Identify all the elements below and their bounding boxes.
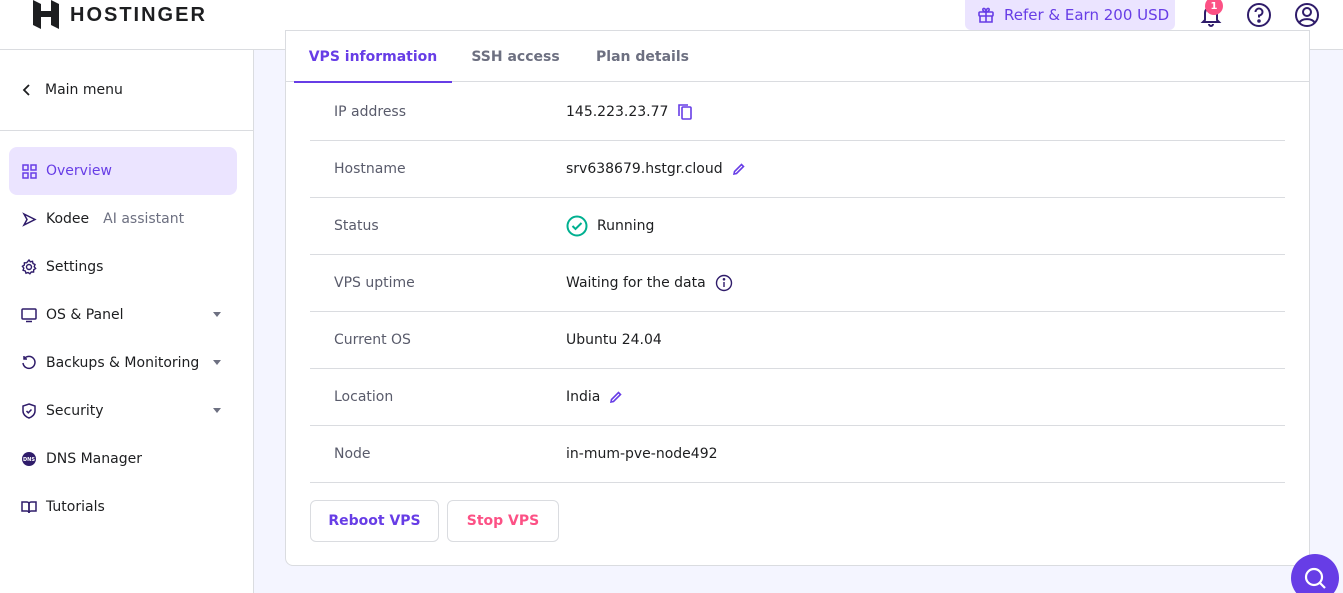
os-value: Ubuntu 24.04 <box>566 332 662 348</box>
caret-down-icon <box>213 408 221 413</box>
sidebar-item-label: DNS Manager <box>46 451 142 467</box>
account-icon <box>1295 3 1319 27</box>
grid-icon <box>21 163 37 179</box>
sidebar-item-label: Backups & Monitoring <box>46 355 200 371</box>
node-value: in-mum-pve-node492 <box>566 446 718 462</box>
sidebar-item-label: OS & Panel <box>46 307 124 323</box>
copy-icon[interactable] <box>677 103 693 121</box>
caret-down-icon <box>213 312 221 317</box>
os-label: Current OS <box>334 332 411 348</box>
sidebar-item-kodee[interactable]: Kodee AI assistant <box>9 195 237 243</box>
vps-info-card: VPS information SSH access Plan details … <box>285 30 1310 566</box>
sidebar-item-tutorials[interactable]: Tutorials <box>9 483 237 531</box>
gift-icon <box>978 7 994 23</box>
sidebar-item-label: Overview <box>46 163 112 179</box>
sidebar-item-overview[interactable]: Overview <box>9 147 237 195</box>
caret-down-icon <box>213 360 221 365</box>
stop-vps-button[interactable]: Stop VPS <box>447 500 559 542</box>
sidebar: Main menu Overview Kodee AI assistant Se… <box>0 50 254 593</box>
sidebar-item-security[interactable]: Security <box>9 387 237 435</box>
gear-icon <box>21 259 37 275</box>
refer-earn-button[interactable]: Refer & Earn 200 USD <box>965 0 1175 30</box>
info-row-hostname: Hostname srv638679.hstgr.cloud <box>310 141 1285 198</box>
hostinger-logo-icon <box>33 0 59 29</box>
uptime-value: Waiting for the data <box>566 275 706 291</box>
info-table: IP address 145.223.23.77 Hostname srv638… <box>310 83 1285 483</box>
info-row-os: Current OS Ubuntu 24.04 <box>310 312 1285 369</box>
refer-label: Refer & Earn 200 USD <box>1004 6 1170 24</box>
tab-vps-information[interactable]: VPS information <box>294 31 452 83</box>
status-label: Status <box>334 218 379 234</box>
tab-ssh-access[interactable]: SSH access <box>464 31 567 82</box>
location-value: India <box>566 389 601 405</box>
sidebar-item-backups-monitoring[interactable]: Backups & Monitoring <box>9 339 237 387</box>
sidebar-item-sublabel: AI assistant <box>103 211 185 227</box>
dns-icon: DNS <box>21 451 37 467</box>
ip-label: IP address <box>334 103 407 120</box>
info-row-status: Status Running <box>310 198 1285 255</box>
book-icon <box>21 499 37 515</box>
help-icon <box>1247 3 1271 27</box>
tab-plan-details[interactable]: Plan details <box>591 31 694 82</box>
restore-icon <box>21 355 37 371</box>
info-row-uptime: VPS uptime Waiting for the data <box>310 255 1285 312</box>
info-row-location: Location India <box>310 369 1285 426</box>
account-button[interactable] <box>1292 0 1322 30</box>
sidebar-item-label: Security <box>46 403 104 419</box>
hostinger-logo[interactable]: HOSTINGER <box>33 0 207 30</box>
search-chat-icon <box>1304 567 1326 589</box>
uptime-label: VPS uptime <box>334 275 415 291</box>
edit-location-icon[interactable] <box>609 390 623 404</box>
hostname-label: Hostname <box>334 161 406 177</box>
location-label: Location <box>334 389 394 405</box>
shield-icon <box>21 403 37 419</box>
main-menu-label: Main menu <box>45 82 123 98</box>
info-icon[interactable] <box>715 274 733 292</box>
status-value: Running <box>597 218 655 234</box>
info-row-ip: IP address 145.223.23.77 <box>310 83 1285 141</box>
brand-name: HOSTINGER <box>70 3 207 26</box>
kodee-icon <box>21 211 37 227</box>
help-chat-button[interactable] <box>1291 554 1339 593</box>
sidebar-nav: Overview Kodee AI assistant Settings OS … <box>9 147 237 531</box>
edit-hostname-icon[interactable] <box>732 162 746 176</box>
node-label: Node <box>334 446 371 462</box>
sidebar-item-label: Settings <box>46 259 104 275</box>
tab-bar: VPS information SSH access Plan details <box>286 31 1309 83</box>
info-row-node: Node in-mum-pve-node492 <box>310 426 1285 483</box>
reboot-vps-button[interactable]: Reboot VPS <box>310 500 439 542</box>
ip-value: 145.223.23.77 <box>566 103 669 120</box>
check-circle-icon <box>566 215 588 237</box>
sidebar-item-settings[interactable]: Settings <box>9 243 237 291</box>
chevron-left-icon <box>22 84 30 96</box>
hostname-value: srv638679.hstgr.cloud <box>566 161 723 177</box>
monitor-icon <box>21 307 37 323</box>
svg-text:DNS: DNS <box>23 457 35 463</box>
sidebar-item-os-panel[interactable]: OS & Panel <box>9 291 237 339</box>
sidebar-item-label: Tutorials <box>46 499 105 515</box>
main-menu-link[interactable]: Main menu <box>0 50 253 131</box>
help-button[interactable] <box>1244 0 1274 30</box>
sidebar-item-label: Kodee <box>46 211 90 227</box>
sidebar-item-dns-manager[interactable]: DNS DNS Manager <box>9 435 237 483</box>
